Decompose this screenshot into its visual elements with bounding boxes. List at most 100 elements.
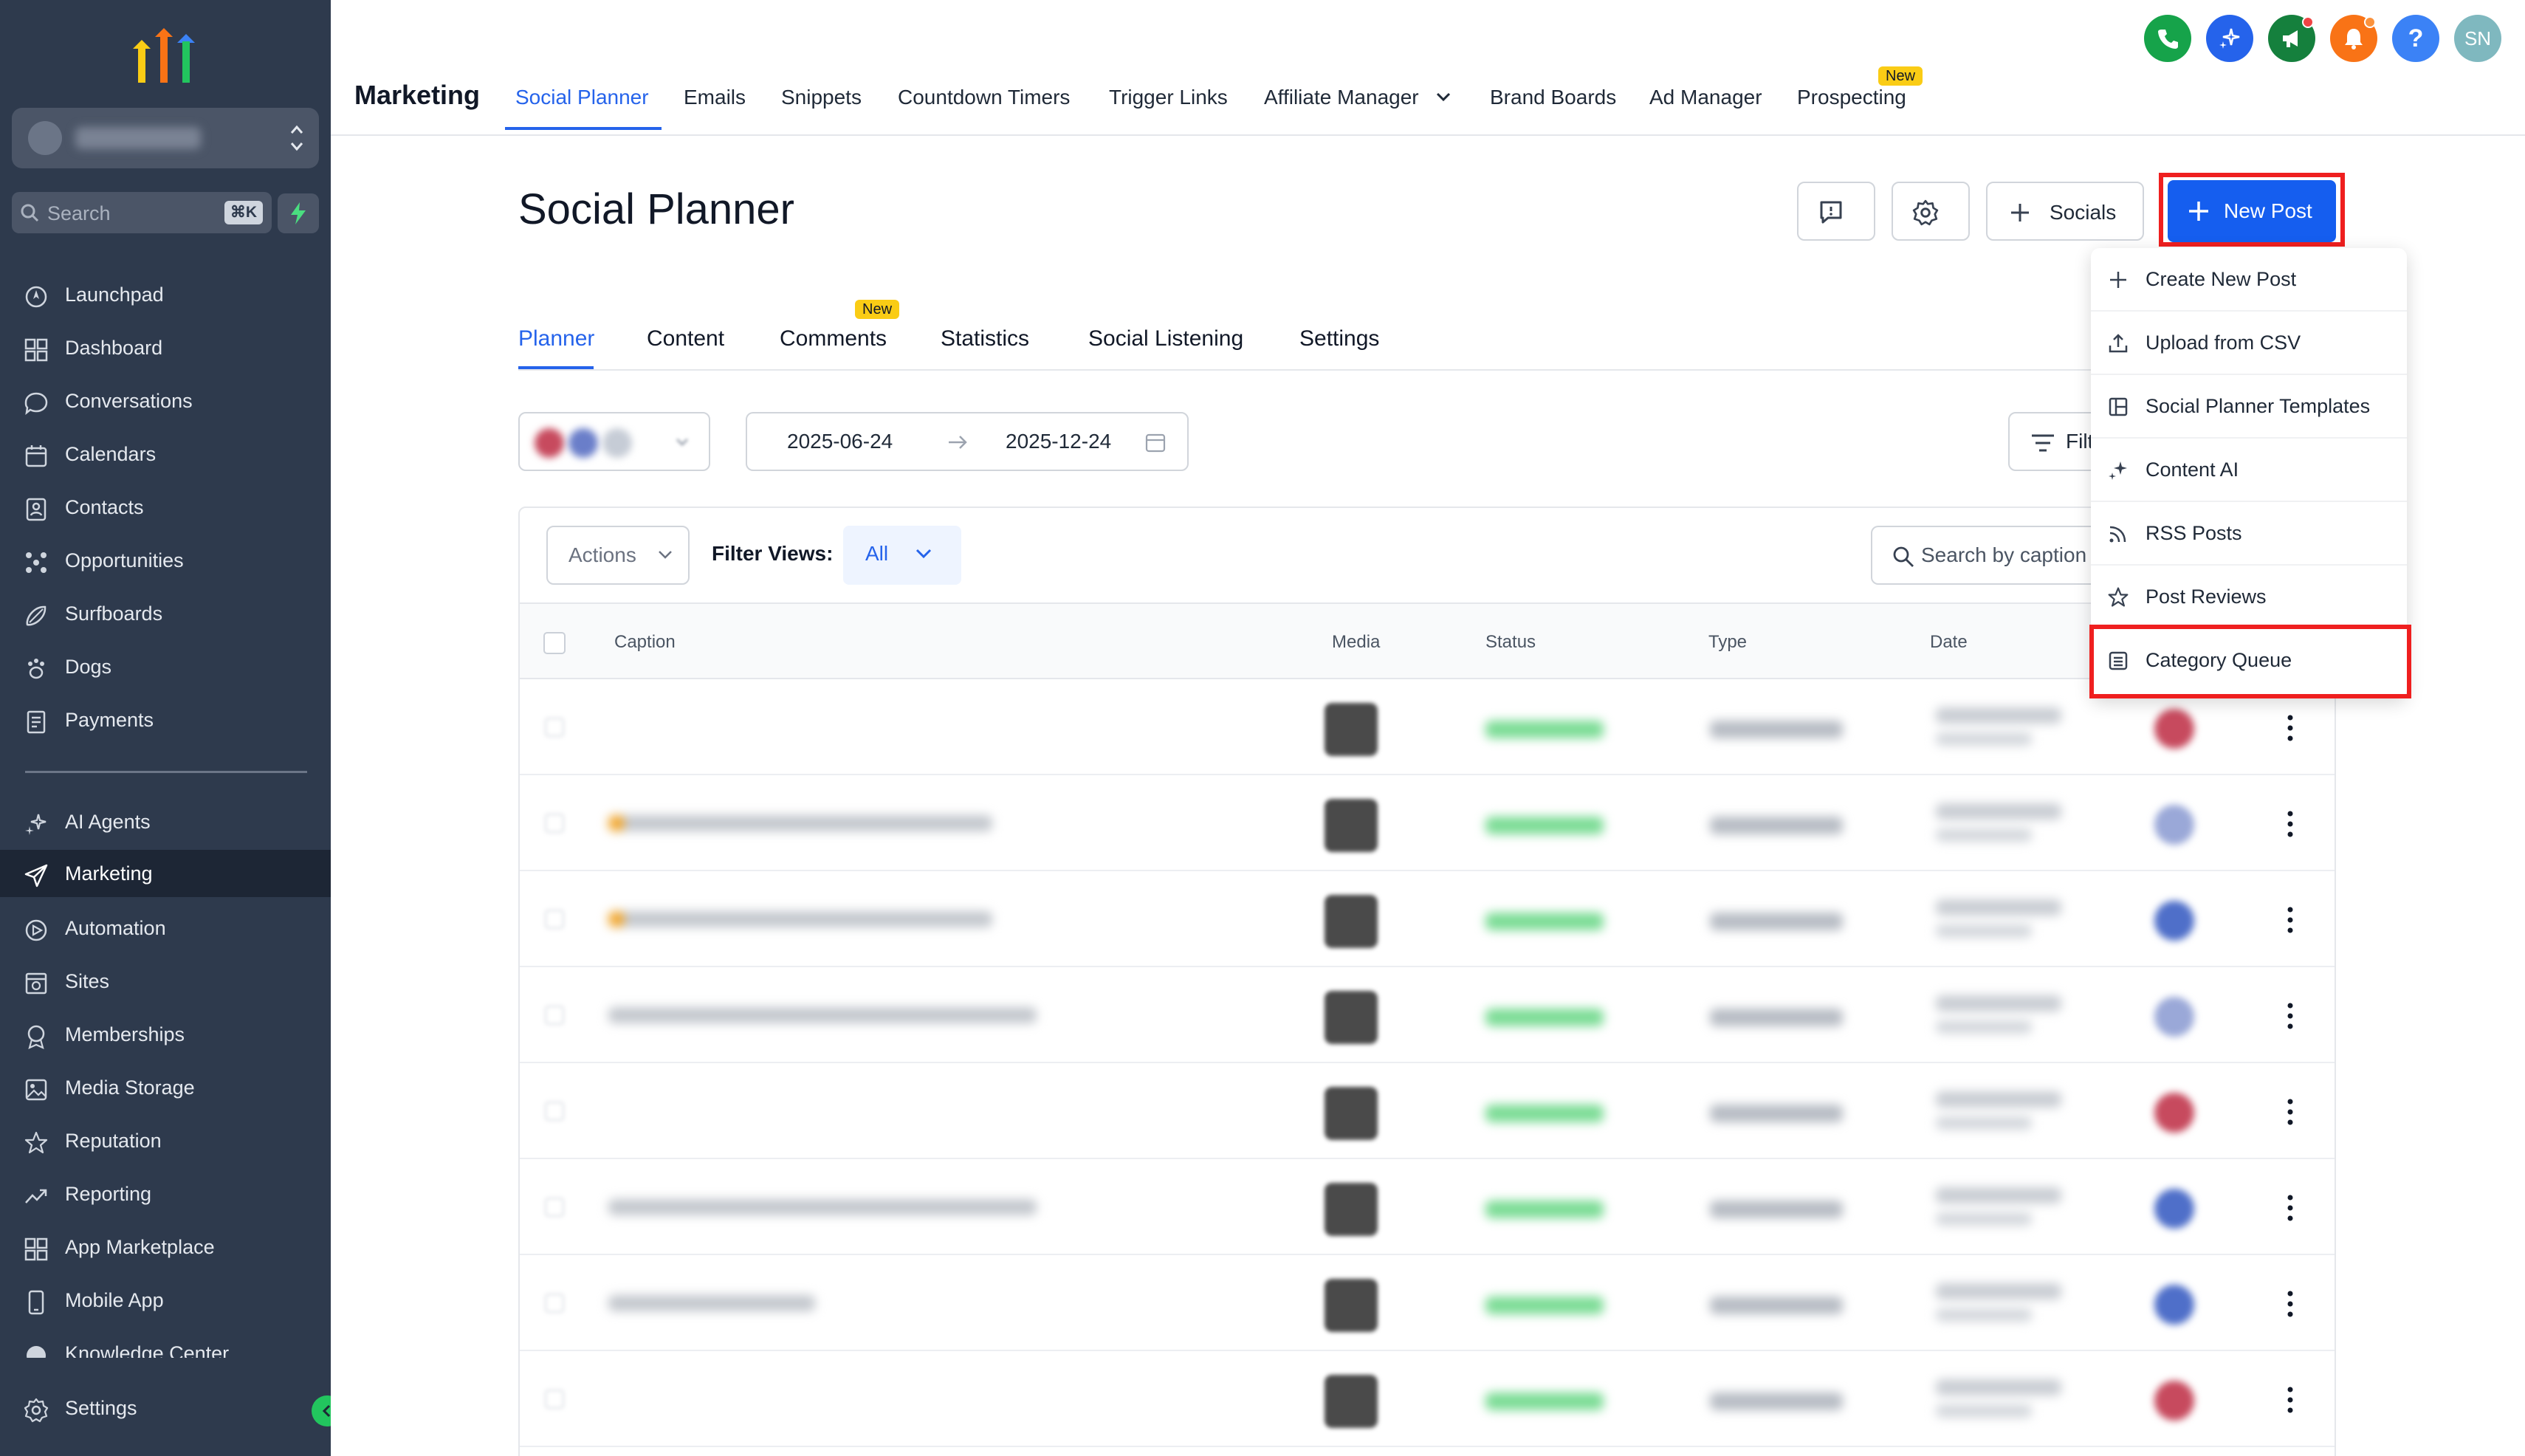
post-type — [1710, 1105, 1843, 1122]
tab-brand-boards[interactable]: Brand Boards — [1490, 86, 1616, 109]
more-vertical-icon[interactable] — [2281, 1000, 2299, 1032]
menu-item-create-new-post[interactable]: Create New Post — [2091, 248, 2407, 312]
subtab-social-listening[interactable]: Social Listening — [1088, 326, 1243, 351]
sidebar-item-conversations[interactable]: Conversations — [0, 377, 331, 425]
more-vertical-icon[interactable] — [2281, 1096, 2299, 1128]
table-row[interactable] — [520, 967, 2335, 1063]
date-range-picker[interactable]: 2025-06-24 2025-12-24 — [746, 412, 1189, 471]
more-vertical-icon[interactable] — [2281, 808, 2299, 840]
tab-countdown-timers[interactable]: Countdown Timers — [898, 86, 1070, 109]
account-switcher[interactable] — [12, 108, 319, 168]
feedback-button[interactable] — [1797, 182, 1875, 241]
sidebar-item-knowledge-center[interactable]: Knowledge Center — [0, 1330, 331, 1358]
tab-trigger-links[interactable]: Trigger Links — [1109, 86, 1228, 109]
tab-affiliate-manager[interactable]: Affiliate Manager — [1264, 86, 1419, 109]
sidebar-item-dashboard[interactable]: Dashboard — [0, 324, 331, 371]
tab-prospecting[interactable]: Prospecting — [1797, 86, 1906, 109]
sidebar-item-ai-agents[interactable]: AI Agents — [0, 798, 331, 845]
sidebar-item-reputation[interactable]: Reputation — [0, 1117, 331, 1164]
help-button[interactable]: ? — [2392, 15, 2439, 62]
filter-views-dropdown[interactable]: All — [843, 526, 961, 585]
account-filter-select[interactable] — [518, 412, 710, 471]
media-thumbnail[interactable] — [1325, 1183, 1378, 1236]
row-checkbox[interactable] — [545, 718, 564, 737]
media-thumbnail[interactable] — [1325, 895, 1378, 948]
actions-dropdown[interactable]: Actions — [546, 526, 690, 585]
sidebar-item-calendars[interactable]: Calendars — [0, 430, 331, 478]
more-vertical-icon[interactable] — [2281, 1192, 2299, 1224]
post-type — [1710, 721, 1843, 738]
sidebar-item-dogs[interactable]: Dogs — [0, 643, 331, 690]
more-vertical-icon[interactable] — [2281, 712, 2299, 744]
sidebar-item-settings[interactable]: Settings — [0, 1384, 331, 1432]
ai-assistant-button[interactable] — [2206, 15, 2253, 62]
row-checkbox[interactable] — [545, 1006, 564, 1025]
table-row[interactable] — [520, 1063, 2335, 1159]
caption-search-input[interactable]: Search by caption — [1871, 526, 2122, 585]
subtab-statistics[interactable]: Statistics — [941, 326, 1029, 351]
table-row[interactable] — [520, 775, 2335, 871]
sidebar-search[interactable]: Search ⌘K — [12, 192, 272, 233]
tab-snippets[interactable]: Snippets — [781, 86, 862, 109]
post-time — [1936, 924, 2032, 938]
row-checkbox[interactable] — [545, 1294, 564, 1313]
row-checkbox[interactable] — [545, 910, 564, 929]
media-thumbnail[interactable] — [1325, 1375, 1378, 1428]
sidebar-item-surfboards[interactable]: Surfboards — [0, 590, 331, 637]
tab-ad-manager[interactable]: Ad Manager — [1649, 86, 1762, 109]
subtab-comments[interactable]: Comments — [780, 326, 887, 351]
arrow-right-icon — [949, 436, 967, 449]
plus-icon — [2011, 204, 2029, 222]
more-vertical-icon[interactable] — [2281, 1288, 2299, 1320]
quick-actions-button[interactable] — [278, 193, 319, 233]
sidebar-divider — [25, 771, 307, 773]
subtab-planner[interactable]: Planner — [518, 326, 594, 351]
notifications-button[interactable] — [2330, 15, 2377, 62]
sidebar-item-app-marketplace[interactable]: App Marketplace — [0, 1223, 331, 1271]
row-checkbox[interactable] — [545, 1390, 564, 1409]
table-row[interactable] — [520, 871, 2335, 967]
row-checkbox[interactable] — [545, 1198, 564, 1217]
menu-item-templates[interactable]: Social Planner Templates — [2091, 375, 2407, 439]
media-thumbnail[interactable] — [1325, 703, 1378, 756]
more-vertical-icon[interactable] — [2281, 1384, 2299, 1416]
sidebar-item-opportunities[interactable]: Opportunities — [0, 537, 331, 584]
menu-item-rss-posts[interactable]: RSS Posts — [2091, 502, 2407, 566]
grid-icon — [24, 1237, 48, 1261]
sidebar-item-launchpad[interactable]: Launchpad — [0, 271, 331, 318]
menu-item-upload-csv[interactable]: Upload from CSV — [2091, 312, 2407, 375]
subtab-content[interactable]: Content — [647, 326, 724, 351]
sidebar-item-memberships[interactable]: Memberships — [0, 1011, 331, 1058]
phone-button[interactable] — [2144, 15, 2191, 62]
more-vertical-icon[interactable] — [2281, 904, 2299, 936]
sidebar-item-payments[interactable]: Payments — [0, 696, 331, 744]
media-thumbnail[interactable] — [1325, 799, 1378, 852]
select-all-checkbox[interactable] — [543, 632, 566, 654]
tab-emails[interactable]: Emails — [684, 86, 746, 109]
table-row[interactable] — [520, 1255, 2335, 1351]
row-checkbox[interactable] — [545, 814, 564, 833]
sidebar-item-marketing[interactable]: Marketing — [0, 850, 331, 897]
account-avatar — [2154, 1285, 2194, 1325]
menu-item-post-reviews[interactable]: Post Reviews — [2091, 566, 2407, 629]
sidebar-item-media-storage[interactable]: Media Storage — [0, 1064, 331, 1111]
sidebar-item-automation[interactable]: Automation — [0, 904, 331, 952]
media-thumbnail[interactable] — [1325, 1279, 1378, 1332]
row-checkbox[interactable] — [545, 1102, 564, 1121]
table-row[interactable] — [520, 679, 2335, 775]
sidebar-item-sites[interactable]: Sites — [0, 958, 331, 1005]
table-row[interactable] — [520, 1351, 2335, 1447]
sidebar-item-reporting[interactable]: Reporting — [0, 1170, 331, 1218]
tab-social-planner[interactable]: Social Planner — [515, 86, 649, 109]
announcements-button[interactable] — [2268, 15, 2315, 62]
settings-button[interactable] — [1892, 182, 1970, 241]
add-socials-button[interactable]: Socials — [1986, 182, 2144, 241]
media-thumbnail[interactable] — [1325, 991, 1378, 1044]
subtab-settings[interactable]: Settings — [1299, 326, 1379, 351]
media-thumbnail[interactable] — [1325, 1087, 1378, 1140]
menu-item-content-ai[interactable]: Content AI — [2091, 439, 2407, 502]
sidebar-item-contacts[interactable]: Contacts — [0, 484, 331, 531]
user-avatar[interactable]: SN — [2454, 15, 2501, 62]
sidebar-item-mobile-app[interactable]: Mobile App — [0, 1277, 331, 1324]
table-row[interactable] — [520, 1159, 2335, 1255]
